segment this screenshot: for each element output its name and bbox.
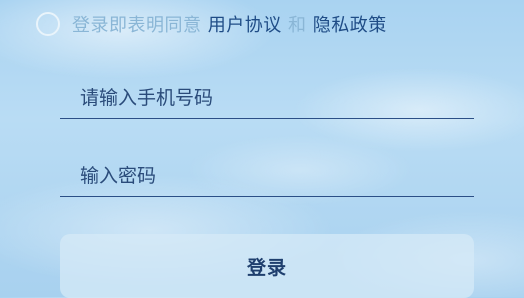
agree-radio[interactable] (36, 12, 60, 36)
password-input[interactable] (60, 156, 474, 196)
phone-input[interactable] (60, 78, 474, 118)
agreement-text: 登录即表明同意 用户协议 和 隐私政策 (72, 11, 387, 37)
login-button[interactable]: 登录 (60, 234, 474, 298)
phone-field (60, 78, 474, 119)
agreement-row: 登录即表明同意 用户协议 和 隐私政策 (36, 9, 387, 39)
privacy-policy-link[interactable]: 隐私政策 (313, 15, 387, 36)
agreement-and: 和 (287, 15, 307, 36)
agreement-prefix: 登录即表明同意 (72, 15, 202, 36)
user-agreement-link[interactable]: 用户协议 (208, 15, 282, 36)
password-field (60, 156, 474, 197)
